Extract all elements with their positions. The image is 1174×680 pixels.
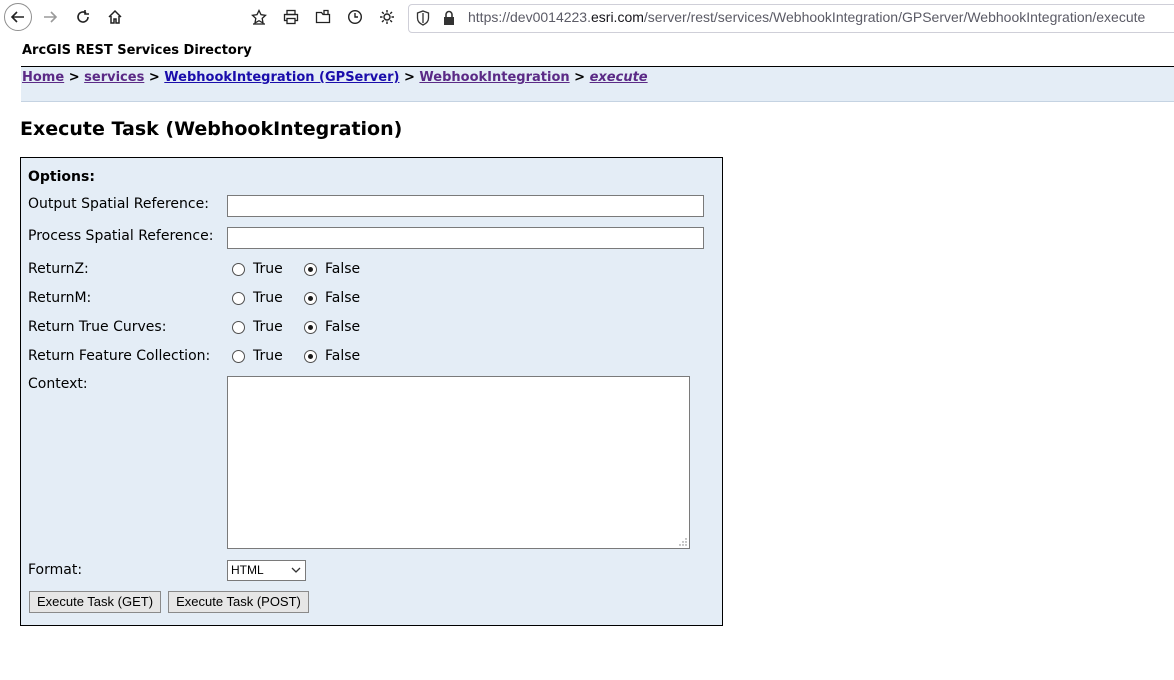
url-text: https://dev0014223.esri.com/server/rest/… [468, 9, 1145, 25]
returnm-false-radio[interactable] [304, 292, 317, 305]
execute-post-button[interactable]: Execute Task (POST) [168, 591, 309, 613]
lock-icon[interactable] [443, 10, 455, 30]
execute-get-button[interactable]: Execute Task (GET) [29, 591, 161, 613]
false-label: False [325, 290, 361, 306]
breadcrumb-separator: > [403, 70, 415, 85]
true-label: True [253, 348, 283, 364]
false-label: False [325, 261, 361, 277]
print-button[interactable] [277, 3, 305, 31]
breadcrumb-services-link[interactable]: services [84, 70, 144, 85]
format-label: Format: [28, 562, 83, 578]
breadcrumb-separator: > [148, 70, 160, 85]
returnz-label: ReturnZ: [28, 261, 89, 277]
bookmark-star-icon [251, 9, 267, 25]
true-label: True [253, 261, 283, 277]
breadcrumb-separator: > [574, 70, 586, 85]
share-button[interactable] [309, 3, 337, 31]
forward-icon [44, 11, 58, 23]
settings-gear-icon [380, 10, 394, 24]
context-textarea[interactable] [227, 376, 690, 549]
back-icon [10, 11, 24, 23]
chevron-down-icon [291, 567, 301, 573]
address-bar[interactable]: https://dev0014223.esri.com/server/rest/… [408, 4, 1174, 33]
print-icon [283, 9, 299, 25]
home-button[interactable] [101, 3, 129, 31]
true-curves-true-radio[interactable] [232, 321, 245, 334]
true-curves-label: Return True Curves: [28, 319, 167, 335]
true-label: True [253, 319, 283, 335]
breadcrumb-task-link[interactable]: WebhookIntegration [419, 70, 569, 85]
history-button[interactable] [341, 3, 369, 31]
breadcrumb-home-link[interactable]: Home [22, 70, 64, 85]
breadcrumb-execute-link[interactable]: execute [590, 70, 648, 85]
format-select[interactable]: HTML [227, 560, 306, 581]
url-prefix: https://dev0014223. [468, 9, 591, 25]
output-sr-label: Output Spatial Reference: [28, 196, 209, 212]
breadcrumb: Home > services > WebhookIntegration (GP… [21, 66, 1174, 102]
reload-icon [77, 10, 89, 23]
breadcrumb-separator: > [68, 70, 80, 85]
returnz-true-radio[interactable] [232, 263, 245, 276]
page-title: Execute Task (WebhookIntegration) [20, 118, 403, 140]
feature-collection-true-radio[interactable] [232, 350, 245, 363]
execute-form: Options: Output Spatial Reference: Proce… [20, 157, 723, 626]
url-host: esri.com [591, 9, 644, 25]
context-label: Context: [28, 376, 88, 392]
forward-button[interactable] [36, 3, 64, 31]
breadcrumb-gpserver-link[interactable]: WebhookIntegration (GPServer) [164, 70, 399, 85]
false-label: False [325, 348, 361, 364]
returnm-true-radio[interactable] [232, 292, 245, 305]
resize-grip-icon[interactable] [679, 538, 687, 546]
true-curves-false-radio[interactable] [304, 321, 317, 334]
false-label: False [325, 319, 361, 335]
process-sr-label: Process Spatial Reference: [28, 228, 214, 244]
true-label: True [253, 290, 283, 306]
format-selected-value: HTML [231, 563, 264, 577]
reload-button[interactable] [69, 3, 97, 31]
url-path: /server/rest/services/WebhookIntegration… [643, 9, 1146, 25]
process-sr-input[interactable] [227, 227, 704, 249]
returnm-label: ReturnM: [28, 290, 92, 306]
feature-collection-label: Return Feature Collection: [28, 348, 211, 364]
returnz-false-radio[interactable] [304, 263, 317, 276]
directory-title: ArcGIS REST Services Directory [22, 43, 252, 58]
history-icon [347, 9, 363, 25]
options-heading: Options: [28, 169, 95, 185]
bookmark-button[interactable] [245, 3, 273, 31]
shield-icon[interactable] [416, 10, 430, 30]
browser-toolbar: https://dev0014223.esri.com/server/rest/… [0, 0, 1174, 36]
output-sr-input[interactable] [227, 195, 704, 217]
back-button[interactable] [4, 3, 32, 31]
home-icon [108, 9, 122, 24]
settings-button[interactable] [373, 3, 401, 31]
feature-collection-false-radio[interactable] [304, 350, 317, 363]
share-icon [315, 9, 331, 24]
